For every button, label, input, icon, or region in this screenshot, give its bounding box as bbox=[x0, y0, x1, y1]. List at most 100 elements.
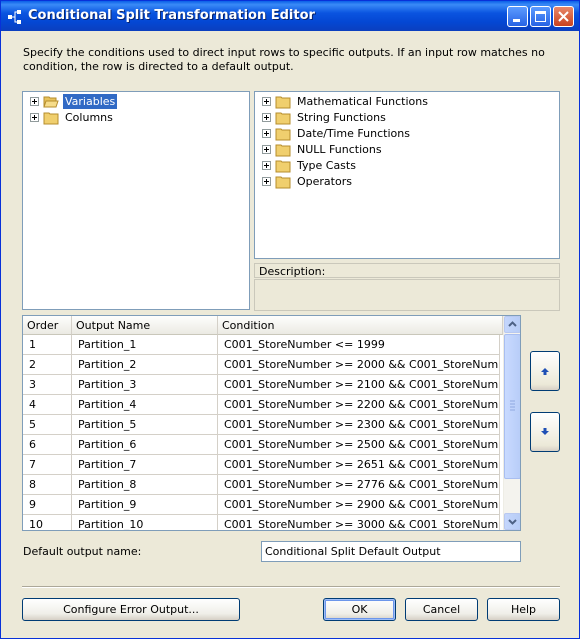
tree-item-columns[interactable]: Columns bbox=[30, 110, 230, 126]
output-name-cell[interactable]: Partition_6 bbox=[72, 435, 218, 455]
functions-tree[interactable]: Mathematical Functions String Functions … bbox=[254, 91, 560, 259]
tree-item-label: Type Casts bbox=[297, 159, 356, 172]
condition-cell[interactable]: C001_StoreNumber <= 1999 bbox=[218, 335, 500, 355]
table-row[interactable]: 4 Partition_4 C001_StoreNumber >= 2200 &… bbox=[23, 395, 500, 415]
tree-item-label: Date/Time Functions bbox=[297, 127, 410, 140]
chevron-up-icon bbox=[508, 321, 517, 327]
tree-item-mathematical-functions[interactable]: Mathematical Functions bbox=[262, 94, 542, 110]
maximize-button[interactable] bbox=[530, 6, 551, 27]
order-cell[interactable]: 7 bbox=[23, 455, 72, 475]
folder-icon bbox=[43, 112, 59, 125]
output-name-cell[interactable]: Partition_5 bbox=[72, 415, 218, 435]
default-output-name-input[interactable]: Conditional Split Default Output bbox=[261, 541, 521, 562]
tree-item-label: String Functions bbox=[297, 111, 386, 124]
condition-cell[interactable]: C001_StoreNumber >= 3000 && C001_StoreNu… bbox=[218, 515, 500, 530]
grip-icon bbox=[510, 400, 515, 411]
conditions-grid[interactable]: Order Output Name Condition 1 Partition_… bbox=[22, 315, 521, 531]
tree-item-date-time-functions[interactable]: Date/Time Functions bbox=[262, 126, 542, 142]
plus-box-icon[interactable] bbox=[262, 129, 271, 138]
scroll-up-button[interactable] bbox=[504, 316, 520, 333]
order-cell[interactable]: 2 bbox=[23, 355, 72, 375]
table-row[interactable]: 2 Partition_2 C001_StoreNumber >= 2000 &… bbox=[23, 355, 500, 375]
output-name-cell[interactable]: Partition_2 bbox=[72, 355, 218, 375]
column-header-order[interactable]: Order bbox=[23, 316, 72, 335]
tree-item-null-functions[interactable]: NULL Functions bbox=[262, 142, 542, 158]
output-name-cell[interactable]: Partition_1 bbox=[72, 335, 218, 355]
table-row[interactable]: 5 Partition_5 C001_StoreNumber >= 2300 &… bbox=[23, 415, 500, 435]
table-row[interactable]: 3 Partition_3 C001_StoreNumber >= 2100 &… bbox=[23, 375, 500, 395]
plus-box-icon[interactable] bbox=[30, 97, 39, 106]
condition-cell[interactable]: C001_StoreNumber >= 2651 && C001_StoreNu… bbox=[218, 455, 500, 475]
folder-icon bbox=[275, 112, 291, 125]
grid-vertical-scrollbar[interactable] bbox=[503, 316, 520, 530]
order-cell[interactable]: 10 bbox=[23, 515, 72, 530]
order-cell[interactable]: 8 bbox=[23, 475, 72, 495]
condition-cell[interactable]: C001_StoreNumber >= 2000 && C001_StoreNu… bbox=[218, 355, 500, 375]
ok-button[interactable]: OK bbox=[323, 598, 396, 621]
table-row[interactable]: 9 Partition_9 C001_StoreNumber >= 2900 &… bbox=[23, 495, 500, 515]
close-button[interactable] bbox=[553, 6, 574, 27]
output-name-cell[interactable]: Partition_7 bbox=[72, 455, 218, 475]
condition-cell[interactable]: C001_StoreNumber >= 2500 && C001_StoreNu… bbox=[218, 435, 500, 455]
output-name-cell[interactable]: Partition_8 bbox=[72, 475, 218, 495]
folder-icon bbox=[275, 160, 291, 173]
tree-item-label: Variables bbox=[63, 94, 118, 109]
condition-cell[interactable]: C001_StoreNumber >= 2776 && C001_StoreNu… bbox=[218, 475, 500, 495]
condition-cell[interactable]: C001_StoreNumber >= 2900 && C001_StoreNu… bbox=[218, 495, 500, 515]
condition-cell[interactable]: C001_StoreNumber >= 2300 && C001_StoreNu… bbox=[218, 415, 500, 435]
move-up-button[interactable] bbox=[530, 351, 560, 391]
table-row[interactable]: 8 Partition_8 C001_StoreNumber >= 2776 &… bbox=[23, 475, 500, 495]
plus-box-icon[interactable] bbox=[30, 113, 39, 122]
scroll-down-button[interactable] bbox=[504, 513, 520, 530]
plus-box-icon[interactable] bbox=[262, 161, 271, 170]
order-cell[interactable]: 4 bbox=[23, 395, 72, 415]
column-header-condition[interactable]: Condition bbox=[218, 316, 503, 335]
output-name-cell[interactable]: Partition_3 bbox=[72, 375, 218, 395]
tree-item-variables[interactable]: Variables bbox=[30, 94, 230, 110]
title-bar[interactable]: Conditional Split Transformation Editor bbox=[1, 1, 579, 31]
table-row[interactable]: 7 Partition_7 C001_StoreNumber >= 2651 &… bbox=[23, 455, 500, 475]
move-down-button[interactable] bbox=[530, 412, 560, 452]
arrow-down-icon bbox=[541, 428, 549, 435]
plus-box-icon[interactable] bbox=[262, 113, 271, 122]
editor-window: Conditional Split Transformation Editor … bbox=[0, 0, 580, 639]
output-name-cell[interactable]: Partition_4 bbox=[72, 395, 218, 415]
order-cell[interactable]: 1 bbox=[23, 335, 72, 355]
condition-cell[interactable]: C001_StoreNumber >= 2200 && C001_StoreNu… bbox=[218, 395, 500, 415]
folder-open-icon bbox=[43, 96, 59, 108]
table-row[interactable]: 1 Partition_1 C001_StoreNumber <= 1999 bbox=[23, 335, 500, 355]
minimize-button[interactable] bbox=[507, 6, 528, 27]
plus-box-icon[interactable] bbox=[262, 97, 271, 106]
table-row[interactable]: 6 Partition_6 C001_StoreNumber >= 2500 &… bbox=[23, 435, 500, 455]
window-title: Conditional Split Transformation Editor bbox=[28, 8, 315, 23]
scroll-thumb[interactable] bbox=[504, 334, 520, 479]
tree-item-string-functions[interactable]: String Functions bbox=[262, 110, 542, 126]
folder-icon bbox=[275, 144, 291, 157]
order-cell[interactable]: 6 bbox=[23, 435, 72, 455]
cancel-button[interactable]: Cancel bbox=[405, 598, 478, 621]
configure-error-output-button[interactable]: Configure Error Output... bbox=[22, 598, 240, 621]
arrow-up-icon bbox=[541, 368, 549, 375]
folder-icon bbox=[275, 176, 291, 189]
tree-item-label: Columns bbox=[65, 111, 113, 124]
tree-item-label: NULL Functions bbox=[297, 143, 382, 156]
tree-item-operators[interactable]: Operators bbox=[262, 174, 542, 190]
description-box bbox=[254, 279, 560, 311]
column-header-output-name[interactable]: Output Name bbox=[72, 316, 218, 335]
tree-item-label: Operators bbox=[297, 175, 352, 188]
conditional-split-icon bbox=[8, 10, 21, 24]
plus-box-icon[interactable] bbox=[262, 145, 271, 154]
table-row[interactable]: 10 Partition_10 C001_StoreNumber >= 3000… bbox=[23, 515, 500, 530]
separator bbox=[22, 586, 560, 588]
order-cell[interactable]: 3 bbox=[23, 375, 72, 395]
help-button[interactable]: Help bbox=[487, 598, 560, 621]
condition-cell[interactable]: C001_StoreNumber >= 2100 && C001_StoreNu… bbox=[218, 375, 500, 395]
order-cell[interactable]: 5 bbox=[23, 415, 72, 435]
order-cell[interactable]: 9 bbox=[23, 495, 72, 515]
variables-columns-tree[interactable]: Variables Columns bbox=[22, 91, 250, 310]
instructions-text: Specify the conditions used to direct in… bbox=[23, 46, 545, 73]
output-name-cell[interactable]: Partition_9 bbox=[72, 495, 218, 515]
plus-box-icon[interactable] bbox=[262, 177, 271, 186]
output-name-cell[interactable]: Partition_10 bbox=[72, 515, 218, 530]
tree-item-type-casts[interactable]: Type Casts bbox=[262, 158, 542, 174]
